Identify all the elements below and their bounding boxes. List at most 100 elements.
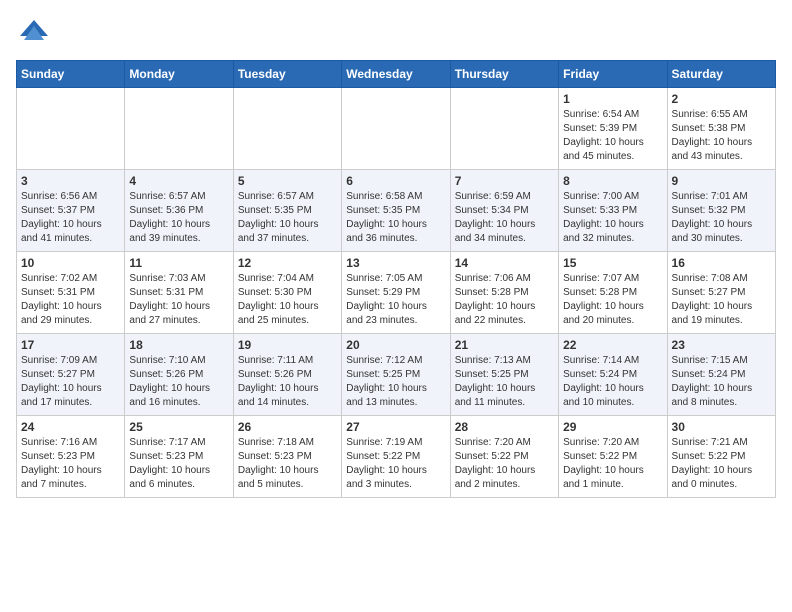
calendar-cell: 7Sunrise: 6:59 AM Sunset: 5:34 PM Daylig… <box>450 170 558 252</box>
calendar-cell: 8 Sunrise: 7:00 AM Sunset: 5:33 PM Daylig… <box>559 170 667 252</box>
weekday-header: Friday <box>559 61 667 88</box>
logo-icon <box>16 16 52 52</box>
day-info: Sunrise: 7:20 AM Sunset: 5:22 PM Dayligh… <box>455 436 554 492</box>
day-number: 11 <box>129 256 228 270</box>
day-number: 8 <box>563 174 662 188</box>
day-number: 4 <box>129 174 228 188</box>
weekday-header: Monday <box>125 61 233 88</box>
day-info: Sunrise: 6:54 AM Sunset: 5:39 PM Dayligh… <box>563 108 662 164</box>
day-number: 18 <box>129 338 228 352</box>
calendar-cell: 4 Sunrise: 6:57 AM Sunset: 5:36 PM Daylig… <box>125 170 233 252</box>
calendar-cell: 20 Sunrise: 7:12 AM Sunset: 5:25 PM Dayli… <box>342 334 450 416</box>
day-info: Sunrise: 7:16 AM Sunset: 5:23 PM Dayligh… <box>21 436 120 492</box>
calendar-cell: 28 Sunrise: 7:20 AM Sunset: 5:22 PM Dayli… <box>450 416 558 498</box>
day-info: Sunrise: 7:02 AM Sunset: 5:31 PM Dayligh… <box>21 272 120 328</box>
calendar-cell: 19 Sunrise: 7:11 AM Sunset: 5:26 PM Dayli… <box>233 334 341 416</box>
day-info: Sunrise: 7:13 AM Sunset: 5:25 PM Dayligh… <box>455 354 554 410</box>
calendar-cell <box>342 88 450 170</box>
day-number: 7 <box>455 174 554 188</box>
day-info: Sunrise: 7:07 AM Sunset: 5:28 PM Dayligh… <box>563 272 662 328</box>
day-number: 16 <box>672 256 771 270</box>
day-number: 6 <box>346 174 445 188</box>
calendar-cell: 11 Sunrise: 7:03 AM Sunset: 5:31 PM Dayli… <box>125 252 233 334</box>
calendar-cell: 22 Sunrise: 7:14 AM Sunset: 5:24 PM Dayli… <box>559 334 667 416</box>
day-info: Sunrise: 7:12 AM Sunset: 5:25 PM Dayligh… <box>346 354 445 410</box>
calendar-cell <box>125 88 233 170</box>
day-number: 1 <box>563 92 662 106</box>
calendar-cell: 12Sunrise: 7:04 AM Sunset: 5:30 PM Dayli… <box>233 252 341 334</box>
logo <box>16 16 58 52</box>
calendar-table: SundayMondayTuesdayWednesdayThursdayFrid… <box>16 60 776 498</box>
weekday-header: Wednesday <box>342 61 450 88</box>
day-number: 29 <box>563 420 662 434</box>
weekday-header: Saturday <box>667 61 775 88</box>
day-number: 13 <box>346 256 445 270</box>
day-number: 22 <box>563 338 662 352</box>
day-info: Sunrise: 7:18 AM Sunset: 5:23 PM Dayligh… <box>238 436 337 492</box>
calendar-cell: 13 Sunrise: 7:05 AM Sunset: 5:29 PM Dayli… <box>342 252 450 334</box>
calendar-cell: 17 Sunrise: 7:09 AM Sunset: 5:27 PM Dayli… <box>17 334 125 416</box>
calendar-week-row: 10 Sunrise: 7:02 AM Sunset: 5:31 PM Dayli… <box>17 252 776 334</box>
day-info: Sunrise: 7:08 AM Sunset: 5:27 PM Dayligh… <box>672 272 771 328</box>
calendar-cell: 26 Sunrise: 7:18 AM Sunset: 5:23 PM Dayli… <box>233 416 341 498</box>
calendar-week-row: 3 Sunrise: 6:56 AM Sunset: 5:37 PM Daylig… <box>17 170 776 252</box>
page-header <box>16 16 776 52</box>
weekday-header: Sunday <box>17 61 125 88</box>
day-info: Sunrise: 6:57 AM Sunset: 5:36 PM Dayligh… <box>129 190 228 246</box>
calendar-cell: 1 Sunrise: 6:54 AM Sunset: 5:39 PM Daylig… <box>559 88 667 170</box>
day-info: Sunrise: 7:21 AM Sunset: 5:22 PM Dayligh… <box>672 436 771 492</box>
day-number: 24 <box>21 420 120 434</box>
calendar-cell: 5 Sunrise: 6:57 AM Sunset: 5:35 PM Daylig… <box>233 170 341 252</box>
day-info: Sunrise: 6:57 AM Sunset: 5:35 PM Dayligh… <box>238 190 337 246</box>
day-info: Sunrise: 7:05 AM Sunset: 5:29 PM Dayligh… <box>346 272 445 328</box>
day-info: Sunrise: 7:15 AM Sunset: 5:24 PM Dayligh… <box>672 354 771 410</box>
day-number: 27 <box>346 420 445 434</box>
day-info: Sunrise: 7:19 AM Sunset: 5:22 PM Dayligh… <box>346 436 445 492</box>
day-info: Sunrise: 7:01 AM Sunset: 5:32 PM Dayligh… <box>672 190 771 246</box>
day-number: 20 <box>346 338 445 352</box>
day-number: 30 <box>672 420 771 434</box>
day-info: Sunrise: 7:03 AM Sunset: 5:31 PM Dayligh… <box>129 272 228 328</box>
day-info: Sunrise: 7:10 AM Sunset: 5:26 PM Dayligh… <box>129 354 228 410</box>
day-info: Sunrise: 6:58 AM Sunset: 5:35 PM Dayligh… <box>346 190 445 246</box>
calendar-cell <box>450 88 558 170</box>
calendar-cell: 30 Sunrise: 7:21 AM Sunset: 5:22 PM Dayli… <box>667 416 775 498</box>
calendar-cell: 29 Sunrise: 7:20 AM Sunset: 5:22 PM Dayli… <box>559 416 667 498</box>
header-row: SundayMondayTuesdayWednesdayThursdayFrid… <box>17 61 776 88</box>
day-number: 10 <box>21 256 120 270</box>
calendar-cell: 2Sunrise: 6:55 AM Sunset: 5:38 PM Daylig… <box>667 88 775 170</box>
day-number: 15 <box>563 256 662 270</box>
day-info: Sunrise: 7:11 AM Sunset: 5:26 PM Dayligh… <box>238 354 337 410</box>
day-info: Sunrise: 6:56 AM Sunset: 5:37 PM Dayligh… <box>21 190 120 246</box>
day-number: 25 <box>129 420 228 434</box>
calendar-cell: 6 Sunrise: 6:58 AM Sunset: 5:35 PM Daylig… <box>342 170 450 252</box>
day-number: 19 <box>238 338 337 352</box>
day-number: 14 <box>455 256 554 270</box>
day-number: 28 <box>455 420 554 434</box>
calendar-cell: 10 Sunrise: 7:02 AM Sunset: 5:31 PM Dayli… <box>17 252 125 334</box>
calendar-cell: 16 Sunrise: 7:08 AM Sunset: 5:27 PM Dayli… <box>667 252 775 334</box>
day-info: Sunrise: 7:06 AM Sunset: 5:28 PM Dayligh… <box>455 272 554 328</box>
weekday-header: Thursday <box>450 61 558 88</box>
calendar-week-row: 24 Sunrise: 7:16 AM Sunset: 5:23 PM Dayli… <box>17 416 776 498</box>
day-info: Sunrise: 7:17 AM Sunset: 5:23 PM Dayligh… <box>129 436 228 492</box>
day-number: 26 <box>238 420 337 434</box>
calendar-cell: 18 Sunrise: 7:10 AM Sunset: 5:26 PM Dayli… <box>125 334 233 416</box>
day-number: 9 <box>672 174 771 188</box>
day-number: 3 <box>21 174 120 188</box>
weekday-header: Tuesday <box>233 61 341 88</box>
day-number: 5 <box>238 174 337 188</box>
day-info: Sunrise: 7:20 AM Sunset: 5:22 PM Dayligh… <box>563 436 662 492</box>
day-info: Sunrise: 7:04 AM Sunset: 5:30 PM Dayligh… <box>238 272 337 328</box>
calendar-cell: 27 Sunrise: 7:19 AM Sunset: 5:22 PM Dayli… <box>342 416 450 498</box>
day-info: Sunrise: 7:09 AM Sunset: 5:27 PM Dayligh… <box>21 354 120 410</box>
day-info: Sunrise: 7:14 AM Sunset: 5:24 PM Dayligh… <box>563 354 662 410</box>
day-info: Sunrise: 6:55 AM Sunset: 5:38 PM Dayligh… <box>672 108 771 164</box>
day-number: 17 <box>21 338 120 352</box>
calendar-week-row: 1 Sunrise: 6:54 AM Sunset: 5:39 PM Daylig… <box>17 88 776 170</box>
day-number: 21 <box>455 338 554 352</box>
day-info: Sunrise: 7:00 AM Sunset: 5:33 PM Dayligh… <box>563 190 662 246</box>
calendar-cell: 24 Sunrise: 7:16 AM Sunset: 5:23 PM Dayli… <box>17 416 125 498</box>
day-number: 23 <box>672 338 771 352</box>
calendar-cell <box>233 88 341 170</box>
